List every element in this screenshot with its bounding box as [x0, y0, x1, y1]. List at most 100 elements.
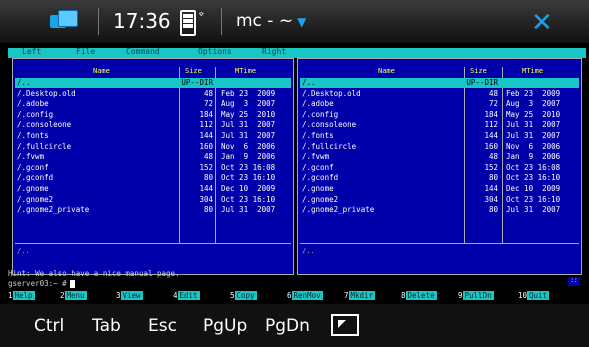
menu-options[interactable]: Options	[198, 47, 232, 56]
close-icon[interactable]: ✕	[531, 8, 553, 38]
fkey-label: Menu	[64, 291, 87, 300]
clock: 17:36	[113, 9, 171, 33]
file-name: /.fvwm	[302, 152, 330, 162]
file-row[interactable]: /.adobe 72 Aug 3 2007	[300, 99, 579, 109]
file-mtime: Jul 31 2007	[221, 205, 276, 215]
menu-command[interactable]: Command	[126, 47, 160, 56]
menu-right[interactable]: Right	[262, 47, 286, 56]
file-mtime: May 25 2010	[506, 109, 561, 119]
key-pgup[interactable]: PgUp	[203, 316, 247, 336]
file-row[interactable]: /.consoleone 112 Jul 31 2007	[15, 120, 291, 130]
key-pgdn[interactable]: PgDn	[265, 316, 310, 336]
key-ctrl[interactable]: Ctrl	[34, 316, 64, 336]
dropdown-arrow-icon: ▼	[297, 15, 307, 29]
file-size: UP--DIR	[466, 78, 498, 87]
scroll-indicator: ::	[568, 277, 580, 286]
col-name: Name	[93, 67, 110, 75]
file-row[interactable]: /.gnome 144 Dec 10 2009	[300, 184, 579, 194]
fkey-menu[interactable]: 2 Menu	[60, 291, 87, 300]
fkey-mkdir[interactable]: 7 Mkdir	[344, 291, 376, 300]
file-row[interactable]: /.gnome2_private 80 Jul 31 2007	[300, 205, 579, 215]
file-name: /.Desktop.old	[17, 88, 76, 98]
file-name: /.consoleone	[302, 120, 357, 130]
fkey-edit[interactable]: 4 Edit	[173, 291, 200, 300]
file-row[interactable]: /.fonts 144 Jul 31 2007	[300, 131, 579, 141]
mini-status: /..	[17, 247, 30, 255]
file-name: /.gnome2_private	[302, 205, 375, 215]
file-row[interactable]: /.adobe 72 Aug 3 2007	[15, 99, 291, 109]
menu-file[interactable]: File	[76, 47, 95, 56]
file-size: 80	[488, 173, 498, 183]
file-mtime: Aug 3 2007	[221, 99, 276, 109]
file-row[interactable]: /.fullcircle 160 Nov 6 2006	[15, 142, 291, 152]
file-row[interactable]: /.fullcircle 160 Nov 6 2006	[300, 142, 579, 152]
fkey-renmov[interactable]: 6 RenMov	[287, 291, 323, 300]
file-mtime: Jul 31 2007	[221, 131, 276, 140]
pointer-mode-icon[interactable]	[331, 314, 359, 336]
file-size: 304	[199, 194, 213, 204]
file-row[interactable]: /.config 184 May 25 2010	[300, 110, 579, 120]
file-size: 48	[203, 152, 213, 162]
file-name: /.fvwm	[17, 152, 45, 162]
fkey-copy[interactable]: 5 Copy	[230, 291, 257, 300]
mc-menubar: Left File Command Options Right	[8, 47, 586, 58]
fkey-view[interactable]: 3 View	[116, 291, 143, 300]
file-row[interactable]: /.fvwm 48 Jan 9 2006	[15, 152, 291, 162]
file-row[interactable]: /.. UP--DIR	[300, 78, 579, 88]
file-row[interactable]: /.gconf 152 Oct 23 16:08	[15, 163, 291, 173]
file-row[interactable]: /.gconfd 80 Oct 23 16:10	[15, 173, 291, 183]
key-esc[interactable]: Esc	[148, 316, 177, 336]
file-row[interactable]: /.gnome2_private 80 Jul 31 2007	[15, 205, 291, 215]
file-name: /.gconfd	[302, 173, 339, 183]
file-row[interactable]: /.. UP--DIR	[15, 78, 291, 88]
divider	[98, 8, 99, 35]
fkey-quit[interactable]: 10 Quit	[518, 291, 550, 300]
fkey-label: RenMov	[291, 291, 323, 300]
fkey-help[interactable]: 1 Help	[8, 291, 35, 300]
file-row[interactable]: /.fonts 144 Jul 31 2007	[15, 131, 291, 141]
file-name: /.config	[17, 109, 54, 119]
file-row[interactable]: /.Desktop.old 48 Feb 23 2009	[300, 89, 579, 99]
column-headers: Name Size MTime	[13, 67, 293, 77]
virtual-keybar: Ctrl Tab Esc PgUp PgDn	[0, 304, 589, 347]
file-name: /.consoleone	[17, 120, 72, 130]
file-row[interactable]: /.fvwm 48 Jan 9 2006	[300, 152, 579, 162]
window-title: mc - ~	[236, 11, 294, 31]
fkey-label: View	[120, 291, 143, 300]
file-mtime: Aug 3 2007	[506, 99, 561, 109]
fkey-number: 3	[116, 291, 121, 300]
fkey-pulldn[interactable]: 9 PullDn	[458, 291, 494, 300]
file-row[interactable]: /.gconfd 80 Oct 23 16:10	[300, 173, 579, 183]
file-row[interactable]: /.gnome2 304 Oct 23 16:10	[15, 195, 291, 205]
file-size: 48	[203, 88, 213, 98]
file-row[interactable]: /.gnome2 304 Oct 23 16:10	[300, 195, 579, 205]
menu-left[interactable]: Left	[22, 47, 41, 56]
file-mtime: Dec 10 2009	[506, 184, 561, 193]
file-size: 144	[484, 131, 498, 140]
left-panel[interactable]: Name Size MTime /.. UP--DIR /.Desktop.old 4…	[12, 58, 294, 275]
key-tab[interactable]: Tab	[92, 316, 121, 336]
file-size: UP--DIR	[181, 78, 213, 87]
file-mtime: Nov 6 2006	[506, 141, 561, 151]
file-name: /.gnome	[17, 184, 49, 193]
file-mtime: Jul 31 2007	[221, 120, 276, 130]
file-row[interactable]: /.config 184 May 25 2010	[15, 110, 291, 120]
file-size: 80	[203, 205, 213, 215]
fkey-delete[interactable]: 8 Delete	[401, 291, 437, 300]
task-switcher-icon[interactable]	[50, 10, 78, 32]
column-headers: Name Size MTime	[298, 67, 581, 77]
shell-prompt[interactable]: gserver03:~ #	[8, 279, 75, 288]
file-size: 152	[199, 162, 213, 172]
file-size: 304	[484, 194, 498, 204]
file-name: /.gnome2_private	[17, 205, 90, 215]
file-row[interactable]: /.gnome 144 Dec 10 2009	[15, 184, 291, 194]
terminal[interactable]: Left File Command Options Right Name Siz…	[8, 43, 586, 303]
window-title-menu[interactable]: mc - ~ ▼	[236, 11, 306, 31]
right-panel[interactable]: Name Size MTime /.. UP--DIR /.Desktop.old 4…	[297, 58, 582, 275]
file-size: 184	[199, 109, 213, 119]
file-size: 112	[199, 120, 213, 130]
file-row[interactable]: /.gconf 152 Oct 23 16:08	[300, 163, 579, 173]
file-mtime: Oct 23 16:10	[221, 173, 276, 183]
file-row[interactable]: /.consoleone 112 Jul 31 2007	[300, 120, 579, 130]
file-row[interactable]: /.Desktop.old 48 Feb 23 2009	[15, 89, 291, 99]
